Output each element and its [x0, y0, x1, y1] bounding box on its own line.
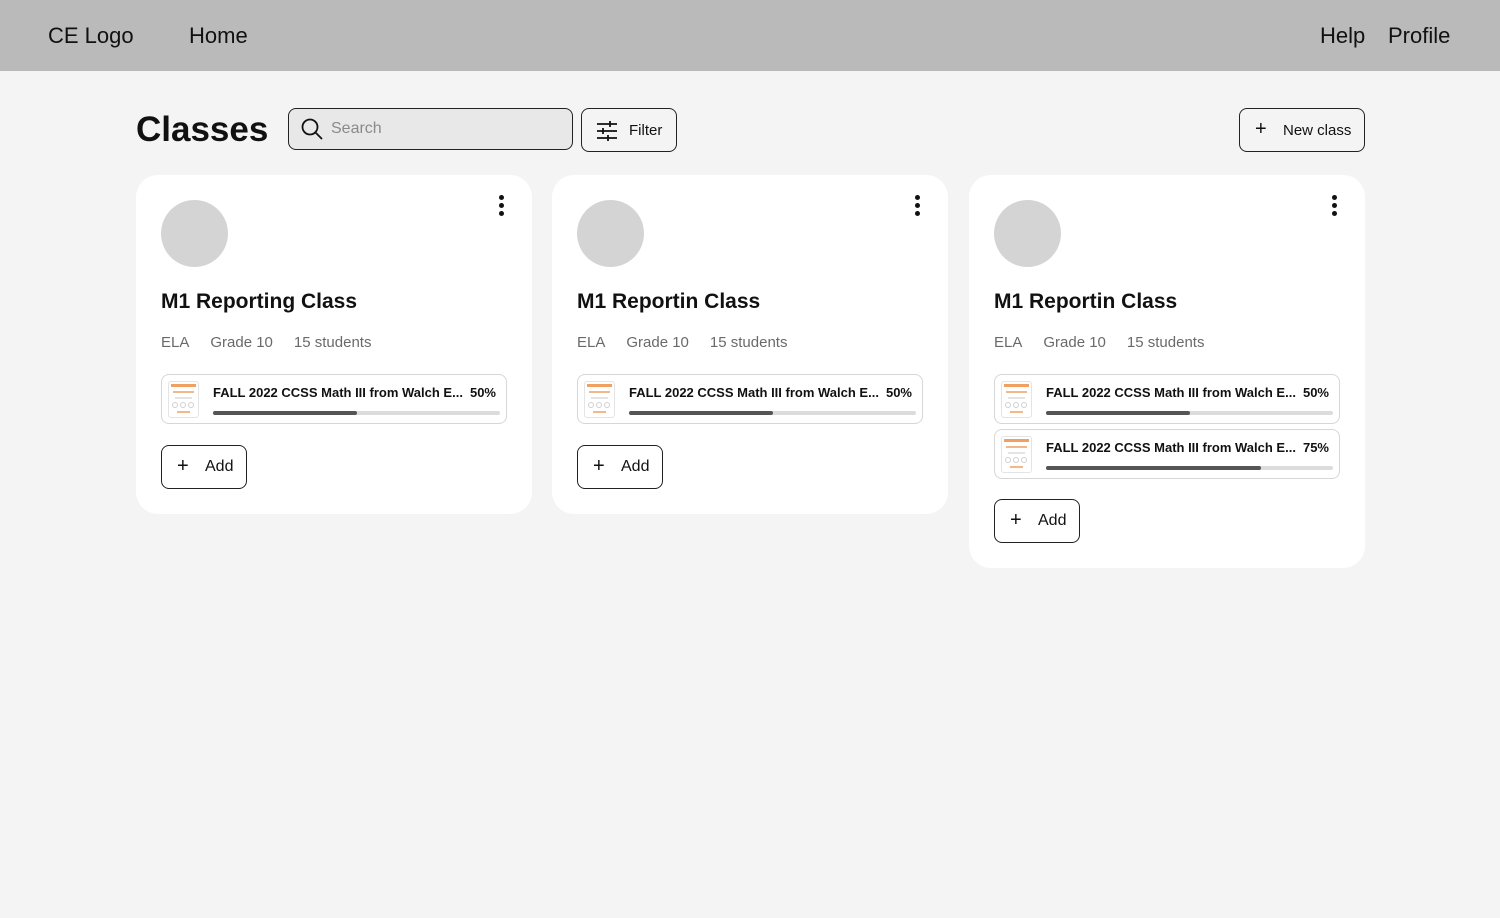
assigned-resource[interactable]: FALL 2022 CCSS Math III from Walch E... …: [994, 429, 1340, 479]
search-box[interactable]: [288, 108, 573, 150]
more-options-icon[interactable]: [492, 193, 512, 219]
class-name[interactable]: M1 Reporting Class: [161, 290, 357, 314]
class-name[interactable]: M1 Reportin Class: [577, 290, 760, 314]
nav-home-link[interactable]: Home: [189, 23, 248, 49]
sliders-icon: [597, 121, 617, 141]
assigned-resource[interactable]: FALL 2022 CCSS Math III from Walch E... …: [577, 374, 923, 424]
resource-title: FALL 2022 CCSS Math III from Walch E...: [1046, 440, 1296, 455]
assigned-resource[interactable]: FALL 2022 CCSS Math III from Walch E... …: [994, 374, 1340, 424]
filter-button-label: Filter: [629, 122, 663, 139]
class-avatar: [161, 200, 228, 267]
class-grade: Grade 10: [626, 334, 689, 351]
class-card[interactable]: M1 Reportin Class ELA Grade 10 15 students…: [969, 175, 1365, 568]
class-subject: ELA: [161, 334, 190, 351]
class-students: 15 students: [709, 334, 788, 351]
resource-progress-percent: 50%: [885, 385, 912, 400]
class-avatar: [577, 200, 644, 267]
filter-button[interactable]: Filter: [581, 108, 677, 152]
page-title: Classes: [136, 110, 269, 149]
add-button-label: Add: [621, 458, 650, 475]
plus-icon: +: [177, 455, 189, 477]
new-class-button[interactable]: + New class: [1239, 108, 1365, 152]
class-subject: ELA: [577, 334, 606, 351]
class-meta: ELA Grade 10 15 students: [161, 334, 392, 351]
add-button-label: Add: [205, 458, 234, 475]
class-students: 15 students: [293, 334, 372, 351]
class-avatar: [994, 200, 1061, 267]
new-class-button-label: New class: [1283, 122, 1352, 139]
class-card[interactable]: M1 Reportin Class ELA Grade 10 15 students…: [552, 175, 948, 514]
plus-icon: +: [1010, 509, 1022, 531]
logo[interactable]: CE Logo: [48, 23, 134, 49]
more-options-icon[interactable]: [1325, 193, 1345, 219]
resource-thumbnail: [584, 381, 615, 418]
class-name[interactable]: M1 Reportin Class: [994, 290, 1177, 314]
assigned-resource[interactable]: FALL 2022 CCSS Math III from Walch E... …: [161, 374, 507, 424]
resource-progress-bar: [629, 411, 916, 415]
add-resource-button[interactable]: + Add: [577, 445, 663, 489]
class-grade: Grade 10: [210, 334, 273, 351]
add-resource-button[interactable]: + Add: [161, 445, 247, 489]
plus-icon: +: [593, 455, 605, 477]
search-input[interactable]: [331, 109, 561, 148]
add-resource-button[interactable]: + Add: [994, 499, 1080, 543]
top-nav-bar: CE Logo Home Help Profile: [0, 0, 1500, 71]
class-meta: ELA Grade 10 15 students: [994, 334, 1225, 351]
resource-progress-bar: [1046, 411, 1333, 415]
resource-progress-bar: [213, 411, 500, 415]
class-students: 15 students: [1126, 334, 1205, 351]
resource-progress-percent: 50%: [469, 385, 496, 400]
plus-icon: +: [1255, 118, 1267, 140]
nav-profile-link[interactable]: Profile: [1388, 23, 1450, 49]
resource-title: FALL 2022 CCSS Math III from Walch E...: [1046, 385, 1296, 400]
class-card[interactable]: M1 Reporting Class ELA Grade 10 15 student…: [136, 175, 532, 514]
resource-progress-percent: 75%: [1302, 440, 1329, 455]
resource-progress-bar: [1046, 466, 1333, 470]
resource-title: FALL 2022 CCSS Math III from Walch E...: [213, 385, 463, 400]
resource-title: FALL 2022 CCSS Math III from Walch E...: [629, 385, 879, 400]
resource-progress-percent: 50%: [1302, 385, 1329, 400]
more-options-icon[interactable]: [908, 193, 928, 219]
class-grade: Grade 10: [1043, 334, 1106, 351]
resource-thumbnail: [1001, 381, 1032, 418]
resource-thumbnail: [1001, 436, 1032, 473]
search-icon: [301, 118, 323, 140]
add-button-label: Add: [1038, 512, 1067, 529]
class-subject: ELA: [994, 334, 1023, 351]
nav-help-link[interactable]: Help: [1320, 23, 1365, 49]
resource-thumbnail: [168, 381, 199, 418]
class-meta: ELA Grade 10 15 students: [577, 334, 808, 351]
